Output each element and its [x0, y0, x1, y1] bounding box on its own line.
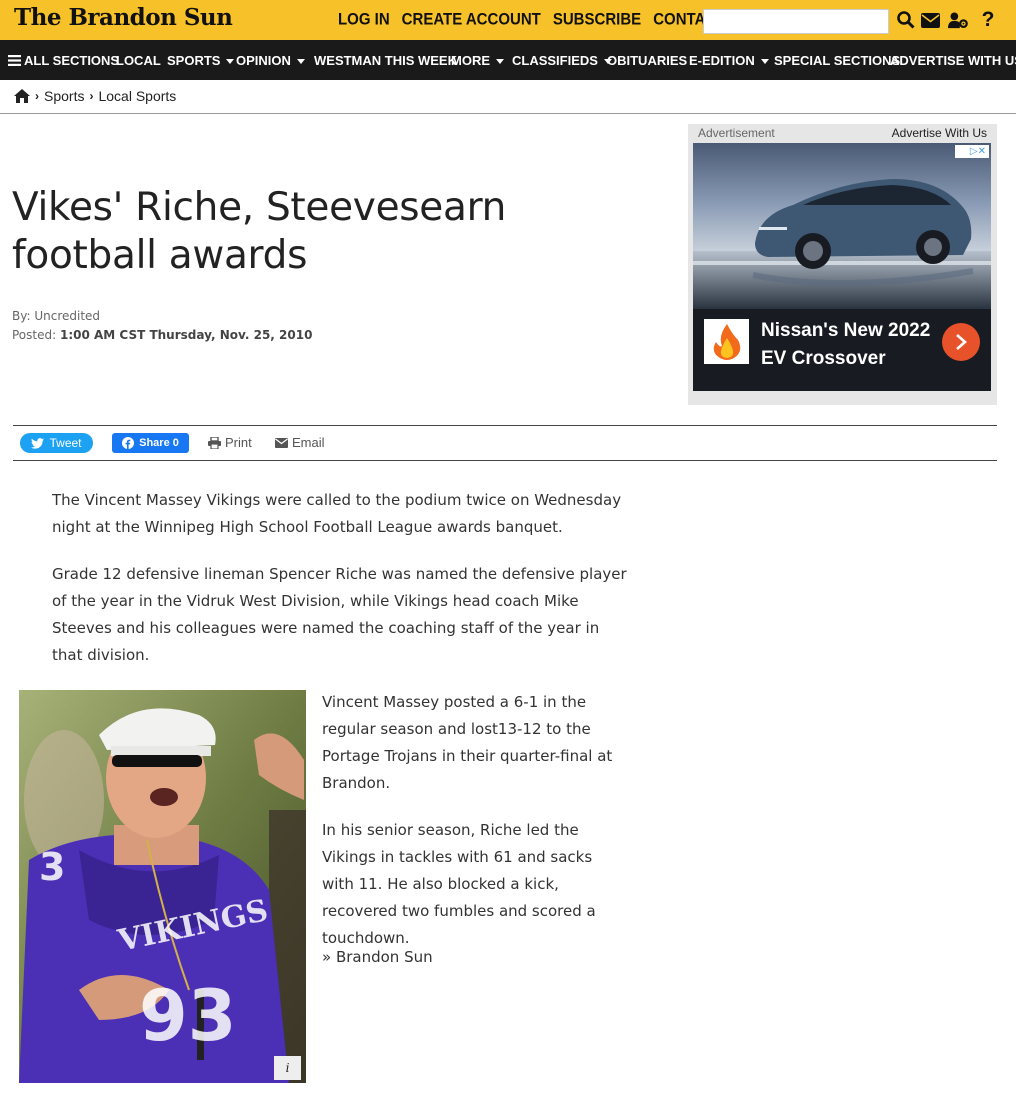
- article-source: » Brandon Sun: [322, 948, 433, 966]
- nav-label: LOCAL: [116, 53, 161, 68]
- nav-label: ADVERTISE WITH US: [890, 53, 1016, 68]
- nav-item-obituaries[interactable]: OBITUARIES: [607, 53, 687, 68]
- breadcrumb-sports[interactable]: Sports: [44, 88, 84, 104]
- top-bar: The Brandon Sun LOG IN CREATE ACCOUNT SU…: [0, 0, 1016, 40]
- divider: [0, 113, 1016, 114]
- nav-label: MORE: [451, 53, 490, 68]
- byline-author: Uncredited: [34, 309, 101, 323]
- nav-label: OPINION: [236, 53, 291, 68]
- ad-caption: Nissan's New 2022 EV Crossover: [693, 309, 991, 391]
- hamburger-icon: [8, 55, 21, 66]
- byline-label: By:: [12, 309, 31, 323]
- svg-text:3: 3: [39, 845, 65, 889]
- ad-arrow-button[interactable]: [942, 323, 980, 361]
- facebook-share-button[interactable]: Share 0: [112, 433, 189, 453]
- nav-item-all-sections[interactable]: ALL SECTIONS: [8, 53, 119, 68]
- tweet-button[interactable]: Tweet: [20, 433, 93, 453]
- photo-info-button[interactable]: i: [274, 1056, 301, 1080]
- create-account-link[interactable]: CREATE ACCOUNT: [402, 10, 541, 28]
- article-photo[interactable]: VIKINGS 93 3 i: [19, 690, 306, 1083]
- nav-item-advertise-with-us[interactable]: ADVERTISE WITH US: [890, 53, 1016, 68]
- divider: [13, 425, 997, 426]
- nav-label: ALL SECTIONS: [24, 53, 120, 68]
- print-icon: [208, 436, 221, 449]
- nav-item-westman-this-week[interactable]: WESTMAN THIS WEEK: [314, 53, 457, 68]
- nav-item-local[interactable]: LOCAL: [116, 53, 161, 68]
- chevron-right-icon: ›: [35, 89, 39, 103]
- chevron-right-icon: ›: [89, 89, 94, 103]
- nav-item-e-edition[interactable]: E-EDITION: [689, 53, 769, 68]
- chevron-down-icon: [226, 58, 235, 64]
- ad-title[interactable]: Nissan's New 2022 EV Crossover: [761, 317, 941, 373]
- divider: [13, 460, 997, 461]
- search-icon[interactable]: [896, 10, 916, 30]
- search-input[interactable]: [703, 9, 889, 34]
- site-logo[interactable]: The Brandon Sun: [14, 4, 233, 31]
- posted-timestamp: 1:00 AM CST Thursday, Nov. 25, 2010: [59, 328, 313, 342]
- chevron-right-icon: [956, 334, 967, 350]
- nav-label: E-EDITION: [689, 53, 755, 68]
- breadcrumb-local-sports[interactable]: Local Sports: [98, 88, 176, 104]
- nav-item-classifieds[interactable]: CLASSIFIEDS: [512, 53, 612, 68]
- advertisement: Advertisement Advertise With Us ▷✕ Nissa…: [688, 124, 997, 405]
- facebook-icon: [122, 437, 135, 449]
- tweet-label: Tweet: [49, 436, 82, 450]
- envelope-icon[interactable]: [920, 10, 940, 30]
- article-paragraph: In his senior season, Riche led the Viki…: [322, 821, 596, 947]
- ad-car-image: [693, 143, 991, 309]
- ad-label: Advertisement: [698, 126, 775, 140]
- breadcrumb: › Sports › Local Sports: [14, 88, 176, 104]
- nav-label: WESTMAN THIS WEEK: [314, 53, 457, 68]
- article-paragraph: Vincent Massey posted a 6-1 in the regul…: [322, 693, 613, 792]
- email-button[interactable]: Email: [275, 435, 325, 450]
- chevron-down-icon: [760, 58, 769, 64]
- account-links: LOG IN CREATE ACCOUNT SUBSCRIBE CONTACT …: [338, 10, 750, 28]
- nav-item-sports[interactable]: SPORTS: [167, 53, 235, 68]
- twitter-icon: [31, 437, 45, 449]
- email-label: Email: [292, 435, 325, 450]
- article-paragraph: The Vincent Massey Vikings were called t…: [52, 491, 622, 536]
- envelope-icon: [275, 437, 288, 448]
- nav-label: OBITUARIES: [607, 53, 688, 68]
- chevron-down-icon: [496, 58, 504, 64]
- print-label: Print: [225, 435, 252, 450]
- article-paragraph: Grade 12 defensive lineman Spencer Riche…: [52, 565, 627, 664]
- flame-icon: [704, 319, 749, 364]
- main-nav: ALL SECTIONS LOCAL SPORTS OPINION WESTMA…: [0, 40, 1016, 80]
- login-link[interactable]: LOG IN: [338, 10, 390, 28]
- ad-choices-icon[interactable]: ▷✕: [955, 145, 989, 158]
- nav-item-special-sections[interactable]: SPECIAL SECTIONS: [774, 53, 900, 68]
- byline: By: Uncredited: [12, 309, 100, 323]
- nav-label: SPORTS: [167, 53, 221, 68]
- facebook-share-label: Share 0: [139, 437, 179, 449]
- posted-date: Posted: 1:00 AM CST Thursday, Nov. 25, 2…: [12, 328, 312, 342]
- nav-label: CLASSIFIEDS: [512, 53, 598, 68]
- nav-item-opinion[interactable]: OPINION: [236, 53, 305, 68]
- page-title: Vikes' Riche, Steevesearn football award…: [12, 185, 507, 278]
- nav-item-more[interactable]: MORE: [451, 53, 504, 68]
- print-button[interactable]: Print: [208, 435, 252, 450]
- help-icon[interactable]: ?: [978, 8, 998, 31]
- chevron-down-icon: [296, 58, 305, 64]
- user-settings-icon[interactable]: [948, 10, 968, 30]
- ad-banner[interactable]: ▷✕ Nissan's New 2022 EV Crossover: [693, 143, 991, 391]
- nav-label: SPECIAL SECTIONS: [774, 53, 901, 68]
- coach-photo-image: VIKINGS 93 3: [19, 690, 306, 1083]
- svg-text:93: 93: [139, 975, 236, 1057]
- home-icon[interactable]: [14, 89, 30, 103]
- advertise-with-us-link[interactable]: Advertise With Us: [892, 126, 987, 140]
- posted-label: Posted:: [12, 328, 57, 342]
- subscribe-link[interactable]: SUBSCRIBE: [553, 10, 641, 28]
